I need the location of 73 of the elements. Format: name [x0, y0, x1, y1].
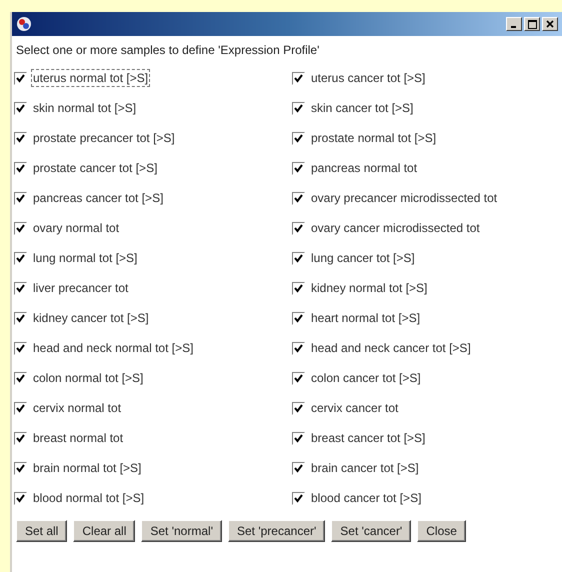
- checkbox-label[interactable]: uterus normal tot [>S]: [31, 69, 150, 87]
- checkbox-label[interactable]: colon cancer tot [>S]: [309, 369, 423, 387]
- minimize-button[interactable]: [506, 17, 522, 31]
- checkbox-label[interactable]: pancreas normal tot: [309, 159, 420, 177]
- check-icon: [16, 134, 25, 142]
- check-icon: [294, 164, 303, 172]
- check-icon: [16, 284, 25, 292]
- check-icon: [294, 404, 303, 412]
- checkbox-label[interactable]: brain normal tot [>S]: [31, 459, 144, 477]
- app-logo-icon: [16, 16, 32, 32]
- instruction-text: Select one or more samples to define 'Expression Profile': [15, 42, 320, 59]
- check-icon: [294, 374, 303, 382]
- maximize-button[interactable]: [524, 17, 540, 31]
- dialog-button[interactable]: Clear all: [73, 520, 136, 542]
- check-icon: [16, 224, 25, 232]
- checkbox-label[interactable]: ovary cancer microdissected tot: [309, 219, 482, 237]
- check-icon: [294, 74, 303, 82]
- check-icon: [16, 494, 25, 502]
- check-icon: [294, 134, 303, 142]
- checkbox-label[interactable]: blood normal tot [>S]: [31, 489, 146, 507]
- check-icon: [294, 194, 303, 202]
- checkbox-label[interactable]: prostate normal tot [>S]: [309, 129, 438, 147]
- check-icon: [16, 254, 25, 262]
- check-icon: [294, 284, 303, 292]
- check-icon: [294, 224, 303, 232]
- checkbox-label[interactable]: cervix normal tot: [31, 399, 124, 417]
- checkbox-label[interactable]: blood cancer tot [>S]: [309, 489, 424, 507]
- dialog-button[interactable]: Set 'precancer': [228, 520, 326, 542]
- check-icon: [294, 464, 303, 472]
- checkbox-label[interactable]: skin cancer tot [>S]: [309, 99, 416, 117]
- check-icon: [294, 494, 303, 502]
- checkbox-label[interactable]: pancreas cancer tot [>S]: [31, 189, 166, 207]
- check-icon: [294, 344, 303, 352]
- check-icon: [294, 254, 303, 262]
- close-icon: [546, 20, 554, 28]
- checkbox-label[interactable]: breast normal tot: [31, 429, 126, 447]
- checkbox-label[interactable]: colon normal tot [>S]: [31, 369, 146, 387]
- checkbox-label[interactable]: prostate precancer tot [>S]: [31, 129, 177, 147]
- checkbox-label[interactable]: skin normal tot [>S]: [31, 99, 138, 117]
- checkbox-label[interactable]: brain cancer tot [>S]: [309, 459, 421, 477]
- check-icon: [16, 194, 25, 202]
- checkbox-label[interactable]: ovary normal tot: [31, 219, 122, 237]
- checkbox-label[interactable]: kidney normal tot [>S]: [309, 279, 430, 297]
- checkbox-label[interactable]: breast cancer tot [>S]: [309, 429, 428, 447]
- checkbox-label[interactable]: kidney cancer tot [>S]: [31, 309, 151, 327]
- dialog-button[interactable]: Set 'cancer': [331, 520, 412, 542]
- maximize-icon: [528, 20, 536, 28]
- check-icon: [16, 344, 25, 352]
- check-icon: [16, 104, 25, 112]
- checkbox-label[interactable]: cervix cancer tot: [309, 399, 400, 417]
- check-icon: [294, 434, 303, 442]
- check-icon: [294, 314, 303, 322]
- checkbox-label[interactable]: lung normal tot [>S]: [31, 249, 140, 267]
- check-icon: [294, 104, 303, 112]
- checkbox-label[interactable]: lung cancer tot [>S]: [309, 249, 417, 267]
- check-icon: [16, 314, 25, 322]
- check-icon: [16, 374, 25, 382]
- check-icon: [16, 404, 25, 412]
- dialog-button[interactable]: Set all: [16, 520, 68, 542]
- check-icon: [16, 434, 25, 442]
- checkbox-label[interactable]: head and neck normal tot [>S]: [31, 339, 196, 357]
- close-button[interactable]: [542, 17, 558, 31]
- check-icon: [16, 464, 25, 472]
- checkbox-label[interactable]: head and neck cancer tot [>S]: [309, 339, 473, 357]
- check-icon: [16, 74, 25, 82]
- dialog-button[interactable]: Set 'normal': [141, 520, 222, 542]
- checkbox-label[interactable]: liver precancer tot: [31, 279, 130, 297]
- checkbox-label[interactable]: uterus cancer tot [>S]: [309, 69, 428, 87]
- checkbox-label[interactable]: prostate cancer tot [>S]: [31, 159, 160, 177]
- dialog-button[interactable]: Close: [417, 520, 466, 542]
- checkbox-label[interactable]: heart normal tot [>S]: [309, 309, 422, 327]
- check-icon: [16, 164, 25, 172]
- checkbox-label[interactable]: ovary precancer microdissected tot: [309, 189, 500, 207]
